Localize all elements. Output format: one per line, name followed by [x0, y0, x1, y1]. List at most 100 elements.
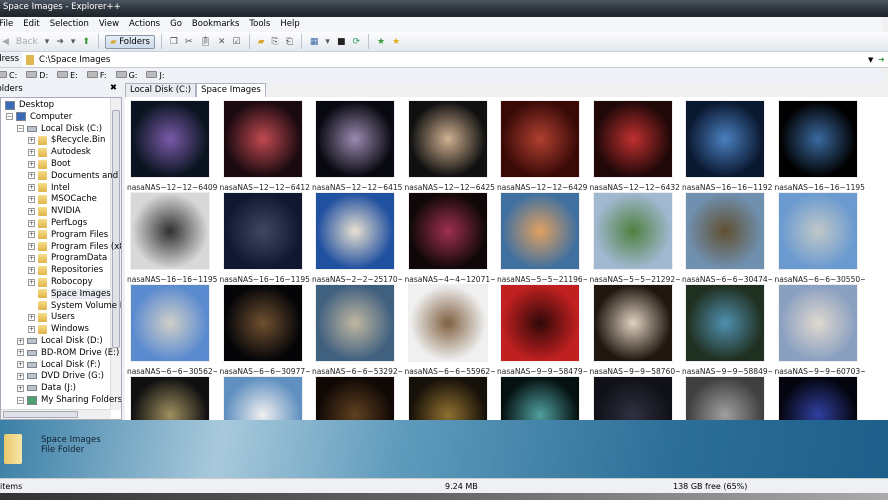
tree-item[interactable]: +System Volume Information	[28, 300, 121, 312]
expand-icon[interactable]: +	[17, 337, 24, 345]
menu-selection[interactable]: Selection	[45, 17, 94, 32]
back-button[interactable]: Back	[14, 37, 40, 47]
expand-icon[interactable]: +	[28, 148, 35, 156]
tree-horizontal-scrollbar[interactable]	[1, 409, 111, 419]
expand-icon[interactable]: +	[28, 195, 35, 203]
tree-item[interactable]: +Space Images	[28, 288, 111, 300]
tree-item[interactable]: + Local Disk (F:)	[17, 359, 100, 371]
forward-dropdown-icon[interactable]: ▾	[69, 37, 78, 47]
tree-item[interactable]: + Data (J:)	[17, 382, 76, 394]
tree-item[interactable]: + Program Files (x86)	[28, 241, 121, 253]
tree-item[interactable]: + $Recycle.Bin	[28, 134, 105, 146]
separator	[248, 34, 250, 49]
expand-icon[interactable]: +	[28, 184, 35, 192]
add-bookmark-icon[interactable]: ★	[375, 37, 387, 47]
forward-icon[interactable]: ➜	[54, 37, 66, 47]
tree-item[interactable]: + Repositories	[28, 264, 103, 276]
expand-icon[interactable]: +	[28, 231, 35, 239]
expand-icon[interactable]: −	[17, 396, 24, 404]
tree-item[interactable]: − My Sharing Folders	[17, 394, 121, 406]
tree-item-label: Computer	[30, 111, 73, 122]
bookmarks-icon[interactable]: ★	[390, 37, 402, 47]
expand-icon[interactable]: −	[17, 125, 24, 133]
menu-edit[interactable]: Edit	[18, 17, 44, 32]
expand-icon[interactable]: +	[28, 254, 35, 262]
menu-bookmarks[interactable]: Bookmarks	[187, 17, 245, 32]
drive-g-button[interactable]: G:	[116, 71, 138, 80]
expand-icon[interactable]: +	[28, 136, 35, 144]
expand-icon[interactable]: +	[28, 207, 35, 215]
expand-icon[interactable]: +	[28, 266, 35, 274]
close-icon[interactable]: ✖	[110, 83, 117, 93]
folders-button[interactable]: ▰ Folders	[104, 34, 155, 49]
tab-local-disk-c[interactable]: Local Disk (C:)	[125, 83, 197, 97]
copy-icon[interactable]: ❐	[168, 37, 180, 47]
tab-space-images[interactable]: Space Images	[196, 83, 266, 97]
move-to-icon[interactable]: ⎗	[284, 37, 295, 47]
tree-item[interactable]: + DVD Drive (G:)	[17, 370, 104, 382]
expand-icon[interactable]: +	[28, 313, 35, 321]
menu-help[interactable]: Help	[275, 17, 304, 32]
collapse-icon[interactable]: −	[6, 113, 13, 121]
expand-icon[interactable]: +	[17, 361, 24, 369]
drive-c-button[interactable]: C:	[0, 71, 17, 80]
scrollbar-thumb[interactable]	[3, 411, 78, 418]
expand-icon[interactable]: +	[28, 219, 35, 227]
go-icon[interactable]: ➜	[878, 55, 888, 64]
menu-view[interactable]: View	[94, 17, 124, 32]
copy-to-icon[interactable]: ⎘	[270, 37, 281, 47]
paste-icon[interactable]: 📋︎	[198, 37, 213, 47]
up-folder-icon[interactable]: ⬆	[80, 37, 92, 47]
expand-icon[interactable]: +	[17, 372, 24, 380]
tree-item[interactable]: + NVIDIA	[28, 205, 81, 217]
back-icon[interactable]: ◀	[0, 37, 11, 47]
expand-icon[interactable]: +	[28, 243, 35, 251]
file-name: nasaNAS~5~5~21292~...	[589, 275, 680, 284]
tree-item[interactable]: + PerfLogs	[28, 217, 87, 229]
back-dropdown-icon[interactable]: ▾	[43, 37, 52, 47]
tree-item[interactable]: + Local Disk (D:)	[17, 335, 103, 347]
address-dropdown-icon[interactable]: ▼	[868, 56, 878, 64]
tree-item[interactable]: + Users	[28, 311, 75, 323]
tree-item[interactable]: + MSOCache	[28, 193, 97, 205]
drive-f-button[interactable]: F:	[87, 71, 107, 80]
menu-go[interactable]: Go	[165, 17, 187, 32]
drive-e-button[interactable]: E:	[57, 71, 78, 80]
menu-tools[interactable]: Tools	[244, 17, 275, 32]
expand-icon[interactable]: +	[28, 160, 35, 168]
tree-item[interactable]: − Local Disk (C:)	[17, 123, 102, 135]
views-dropdown-icon[interactable]: ▾	[323, 37, 332, 47]
tree-item[interactable]: + Autodesk	[28, 146, 91, 158]
expand-icon[interactable]: +	[28, 172, 35, 180]
expand-icon[interactable]: +	[17, 349, 24, 357]
drive-d-button[interactable]: D:	[26, 71, 48, 80]
menu-actions[interactable]: Actions	[124, 17, 165, 32]
delete-icon[interactable]: ✕	[216, 37, 228, 47]
tree-item[interactable]: + BD-ROM Drive (E:)	[17, 347, 119, 359]
drives-bar: C: D: E: F: G: J:	[0, 68, 884, 83]
tree-item[interactable]: + Robocopy	[28, 276, 93, 288]
views-icon[interactable]: ▦	[308, 37, 321, 47]
tree-item[interactable]: + Boot	[28, 158, 71, 170]
expand-icon[interactable]: +	[28, 278, 35, 286]
drive-j-button[interactable]: J:	[146, 71, 164, 80]
expand-icon[interactable]: +	[28, 325, 35, 333]
folder-icon	[38, 277, 47, 287]
tree-item[interactable]: + Program Files	[28, 229, 108, 241]
scrollbar-thumb[interactable]	[112, 110, 120, 348]
tree-item[interactable]: + Windows	[28, 323, 89, 335]
tree-vertical-scrollbar[interactable]	[110, 98, 121, 410]
expand-icon[interactable]: +	[17, 384, 24, 392]
refresh-icon[interactable]: ⟳	[350, 37, 362, 47]
tree-item[interactable]: − Computer	[6, 111, 72, 123]
tree-item[interactable]: + ProgramData	[28, 252, 107, 264]
tree-item[interactable]: + Documents and Settings	[28, 170, 121, 182]
tree-item[interactable]: −Desktop	[1, 99, 54, 111]
command-prompt-icon[interactable]: ■	[335, 37, 348, 47]
properties-icon[interactable]: ☑	[231, 37, 243, 47]
cut-icon[interactable]: ✂	[183, 37, 195, 47]
tree-item[interactable]: + Intel	[28, 182, 70, 194]
new-folder-icon[interactable]: ▰	[256, 37, 267, 47]
menu-file[interactable]: File	[0, 17, 18, 32]
address-input[interactable]: C:\Space Images	[39, 55, 868, 65]
